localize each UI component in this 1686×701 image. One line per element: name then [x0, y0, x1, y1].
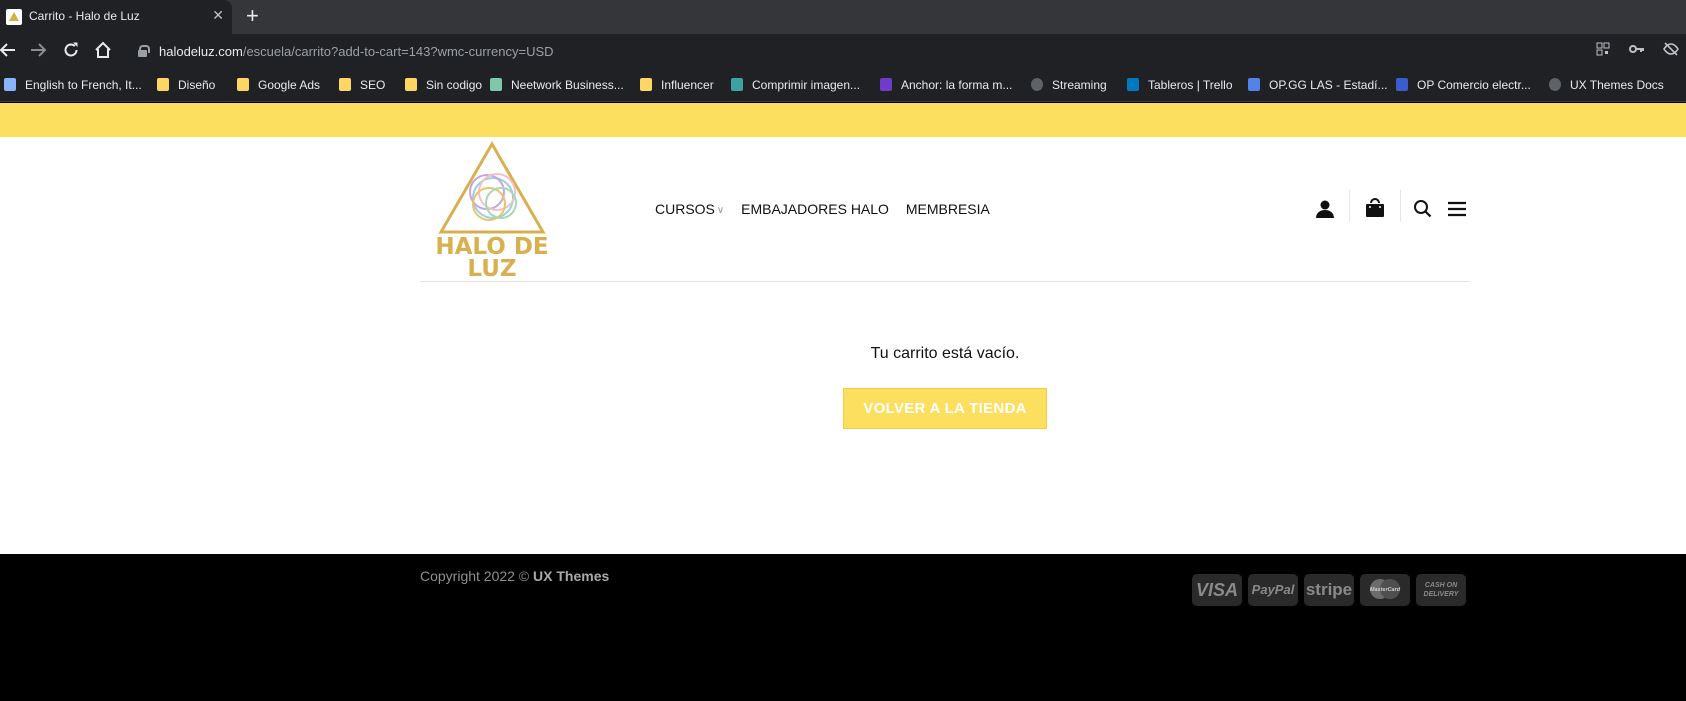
anchor-icon [880, 78, 892, 91]
bookmark-label: Comprimir imagen... [752, 78, 861, 92]
bookmark-label: Influencer [661, 78, 714, 92]
cart-content: Tu carrito está vacío. VOLVER A LA TIEND… [0, 282, 1686, 554]
search-icon[interactable] [1410, 197, 1436, 223]
hamburger-menu-icon[interactable] [1444, 197, 1470, 223]
bookmark-item[interactable]: English to French, It... [4, 78, 142, 96]
bookmark-item[interactable]: Anchor: la forma m... [880, 78, 1012, 96]
url-text: halodeluz.com/escuela/carrito?add-to-car… [159, 44, 554, 59]
url-path: /escuela/carrito?add-to-cart=143?wmc-cur… [242, 44, 554, 59]
lock-icon[interactable] [138, 45, 150, 57]
bookmark-label: English to French, It... [25, 78, 142, 92]
home-icon[interactable] [92, 41, 114, 63]
eye-off-icon[interactable] [1656, 42, 1686, 59]
cart-empty-message: Tu carrito está vacío. [870, 345, 1020, 362]
folder-icon [405, 78, 417, 91]
menu-label-cursos: CURSOS [655, 201, 715, 217]
bookmark-label: Tableros | Trello [1148, 78, 1233, 92]
bookmark-item[interactable]: Neetwork Business... [490, 78, 624, 96]
bookmark-label: Google Ads [258, 78, 321, 92]
folder-icon [157, 78, 169, 91]
bookmark-label: UX Themes Docs [1570, 78, 1664, 92]
menu-item-membresia[interactable]: MEMBRESIA [906, 201, 990, 217]
bookmark-label: OP.GG LAS - Estadí... [1269, 78, 1388, 92]
opgg-icon [1248, 78, 1260, 91]
menu-item-cursos[interactable]: CURSOS ∨ [655, 201, 724, 217]
bookmark-item[interactable]: Streaming [1031, 78, 1107, 96]
main-menu: CURSOS ∨ EMBAJADORES HALO MEMBRESIA [655, 201, 1003, 217]
trello-icon [1127, 78, 1139, 91]
header-icon-divider [1349, 190, 1350, 222]
logo-wordmark: HALO DE LUZ [435, 234, 549, 282]
mastercard-icon: MasterCard [1360, 574, 1410, 606]
return-to-shop-button[interactable]: VOLVER A LA TIENDA [843, 388, 1047, 429]
bookmarks-bar: English to French, It... Diseño Google Ads… [0, 70, 1686, 102]
reload-icon[interactable] [60, 41, 82, 63]
folder-icon [640, 78, 652, 91]
menu-item-embajadores[interactable]: EMBAJADORES HALO [741, 201, 889, 217]
halo-logo-icon [438, 141, 546, 234]
site-top-bar [0, 103, 1686, 137]
globe-icon [1031, 78, 1043, 91]
bookmark-item[interactable]: Tableros | Trello [1127, 78, 1233, 96]
copyright-text: Copyright 2022 © UX Themes [420, 568, 609, 584]
bookmark-item[interactable]: Sin codigo [405, 78, 482, 96]
qr-code-icon[interactable] [1588, 42, 1618, 59]
omnibox-actions [1588, 42, 1686, 59]
bookmark-item[interactable]: UX Themes Docs [1549, 78, 1664, 96]
forward-arrow-icon[interactable] [27, 41, 49, 63]
shopping-bag-icon[interactable] [1362, 195, 1388, 221]
browser-toolbar: halodeluz.com/escuela/carrito?add-to-car… [0, 34, 1686, 70]
back-arrow-icon[interactable] [0, 41, 19, 63]
visa-icon: VISA [1192, 574, 1242, 606]
chevron-down-icon: ∨ [716, 205, 725, 216]
bookmark-item[interactable]: Diseño [157, 78, 215, 96]
folder-icon [339, 78, 351, 91]
bookmark-item[interactable]: Comprimir imagen... [731, 78, 860, 96]
bookmark-label: Anchor: la forma m... [901, 78, 1013, 92]
bookmark-label: Sin codigo [426, 78, 483, 92]
account-user-icon[interactable] [1312, 196, 1338, 222]
site-logo[interactable]: HALO DE LUZ [431, 140, 561, 282]
bookmark-item[interactable]: Influencer [640, 78, 714, 96]
bookmark-item[interactable]: Google Ads [237, 78, 320, 96]
neetwork-icon [490, 78, 502, 91]
folder-icon [237, 78, 249, 91]
translate-icon [4, 78, 16, 91]
ux-icon [1549, 78, 1561, 91]
new-tab-button[interactable]: + [246, 4, 259, 28]
bookmark-label: Diseño [178, 78, 216, 92]
close-tab-icon[interactable]: ✕ [212, 7, 224, 24]
copyright-prefix: Copyright 2022 © [420, 568, 530, 584]
leaf-icon [731, 78, 743, 91]
site-favicon-icon [6, 9, 22, 25]
copyright-brand-link[interactable]: UX Themes [533, 568, 609, 584]
bookmark-item[interactable]: SEO [339, 78, 385, 96]
browser-tabstrip: Carrito - Halo de Luz ✕ + [0, 0, 1686, 34]
bookmark-label: OP Comercio electr... [1417, 78, 1531, 92]
bookmark-item[interactable]: OP.GG LAS - Estadí... [1248, 78, 1388, 96]
bookmark-label: Streaming [1052, 78, 1107, 92]
bookmark-label: Neetwork Business... [511, 78, 624, 92]
stripe-icon: stripe [1304, 574, 1354, 606]
key-icon[interactable] [1622, 42, 1652, 59]
tab-title: Carrito - Halo de Luz [29, 9, 140, 23]
cash-on-delivery-icon: CASH ON DELIVERY [1416, 574, 1466, 606]
site-footer: Copyright 2022 © UX Themes VISA PayPal s… [0, 554, 1686, 701]
op-icon [1396, 78, 1408, 91]
paypal-icon: PayPal [1248, 574, 1298, 606]
mastercard-label: MasterCard [1370, 587, 1401, 593]
header-icon-divider-2 [1400, 190, 1401, 222]
bookmark-item[interactable]: OP Comercio electr... [1396, 78, 1531, 96]
address-bar[interactable]: halodeluz.com/escuela/carrito?add-to-car… [126, 39, 1686, 65]
url-host: halodeluz.com [159, 44, 243, 59]
browser-tab[interactable]: Carrito - Halo de Luz ✕ [0, 0, 232, 34]
bookmark-label: SEO [360, 78, 386, 92]
